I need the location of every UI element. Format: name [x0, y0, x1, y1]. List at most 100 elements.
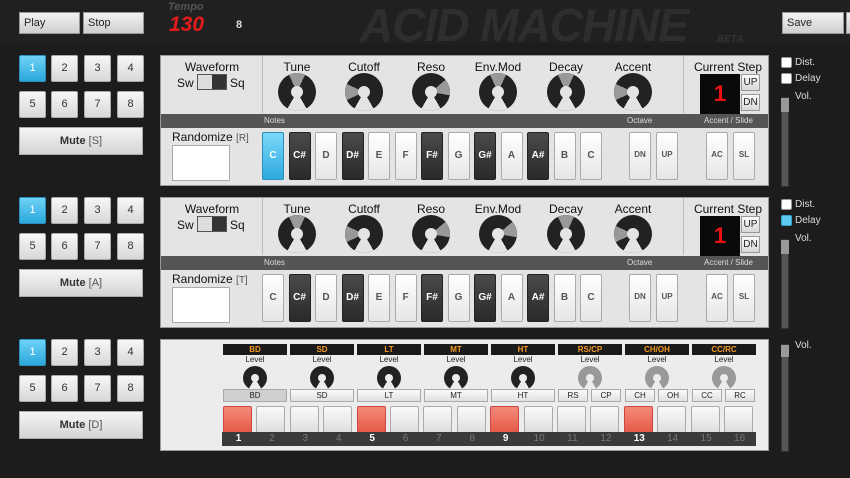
synth1-note-c-key[interactable]: C [580, 132, 602, 180]
synth2-accent-knob[interactable] [614, 215, 652, 253]
drum-step-13-pad[interactable] [623, 406, 653, 433]
drum-select-rs-button[interactable]: RS [558, 389, 588, 402]
synth2-delay-checkbox[interactable] [781, 215, 792, 226]
synth1-cutoff-knob[interactable] [345, 73, 383, 111]
synth1-decay-knob[interactable] [547, 73, 585, 111]
drum-step-1-pad[interactable] [223, 406, 252, 433]
synth2-pattern-5-button[interactable]: 5 [19, 233, 46, 260]
tempo-value[interactable]: 130 [169, 13, 204, 37]
synth2-pattern-2-button[interactable]: 2 [51, 197, 78, 224]
synth1-pattern-2-button[interactable]: 2 [51, 55, 78, 82]
synth1-delay-checkbox[interactable] [781, 73, 792, 84]
drum-select-sd-button[interactable]: SD [290, 389, 354, 402]
play-button[interactable]: Play [19, 12, 80, 34]
synth2-randomize-button[interactable] [172, 287, 230, 323]
drum-select-cc-button[interactable]: CC [692, 389, 722, 402]
synth2-tune-knob[interactable] [278, 215, 316, 253]
drum-step-3-pad[interactable] [289, 406, 319, 433]
synth2-waveform-toggle[interactable] [197, 216, 227, 232]
synth1-octave-up-button[interactable]: UP [656, 132, 678, 180]
more-button[interactable] [846, 12, 850, 34]
drum-select-mt-button[interactable]: MT [424, 389, 488, 402]
synth1-note-g-key[interactable]: G [447, 132, 470, 180]
synth1-note-e-key[interactable]: E [368, 132, 390, 180]
drum-pattern-7-button[interactable]: 7 [84, 375, 111, 402]
synth2-octave-up-button[interactable]: UP [656, 274, 678, 322]
drum-select-rc-button[interactable]: RC [725, 389, 755, 402]
synth1-note-c-key[interactable]: C [262, 132, 284, 180]
drum-step-5-pad[interactable] [356, 406, 386, 433]
drum-pattern-5-button[interactable]: 5 [19, 375, 46, 402]
synth2-dist-checkbox[interactable] [781, 199, 792, 210]
drum-step-9-pad[interactable] [490, 406, 520, 433]
synth2-note-gsharp-key[interactable]: G# [474, 274, 496, 322]
drum-level-knob-4[interactable] [511, 366, 535, 390]
drum-level-knob-7[interactable] [712, 366, 736, 390]
drum-level-knob-0[interactable] [243, 366, 267, 390]
drum-step-16-pad[interactable] [724, 406, 753, 433]
drum-pattern-4-button[interactable]: 4 [117, 339, 144, 366]
drum-select-ch-button[interactable]: CH [625, 389, 655, 402]
synth1-accent-knob[interactable] [614, 73, 652, 111]
synth2-note-asharp-key[interactable]: A# [527, 274, 549, 322]
drum-select-lt-button[interactable]: LT [357, 389, 421, 402]
drum-select-bd-button[interactable]: BD [223, 389, 287, 402]
drum-level-knob-3[interactable] [444, 366, 468, 390]
drum-level-knob-6[interactable] [645, 366, 669, 390]
drum-pattern-1-button[interactable]: 1 [19, 339, 46, 366]
drum-step-15-pad[interactable] [690, 406, 720, 433]
synth2-pattern-1-button[interactable]: 1 [19, 197, 46, 224]
synth2-note-fsharp-key[interactable]: F# [421, 274, 443, 322]
drum-mute-button[interactable]: Mute [D] [19, 411, 143, 439]
synth1-volume-slider[interactable] [781, 97, 789, 187]
drum-pattern-6-button[interactable]: 6 [51, 375, 78, 402]
synth2-envmod-knob[interactable] [479, 215, 517, 253]
drum-select-cp-button[interactable]: CP [591, 389, 621, 402]
synth1-randomize-button[interactable] [172, 145, 230, 181]
synth1-mute-button[interactable]: Mute [S] [19, 127, 143, 155]
synth2-cutoff-knob[interactable] [345, 215, 383, 253]
synth1-pattern-1-button[interactable]: 1 [19, 55, 46, 82]
synth2-note-a-key[interactable]: A [500, 274, 523, 322]
drum-step-2-pad[interactable] [256, 406, 286, 433]
synth2-slide-button[interactable]: SL [733, 274, 755, 322]
synth2-pattern-7-button[interactable]: 7 [84, 233, 111, 260]
synth2-note-f-key[interactable]: F [394, 274, 417, 322]
synth2-octave-down-button[interactable]: DN [629, 274, 651, 322]
synth1-dist-checkbox[interactable] [781, 57, 792, 68]
synth1-pattern-4-button[interactable]: 4 [117, 55, 144, 82]
synth1-note-csharp-key[interactable]: C# [288, 132, 311, 180]
synth1-pattern-7-button[interactable]: 7 [84, 91, 111, 118]
drum-step-14-pad[interactable] [657, 406, 687, 433]
drum-step-12-pad[interactable] [590, 406, 620, 433]
synth2-step-up-button[interactable]: UP [741, 216, 760, 233]
drum-level-knob-2[interactable] [377, 366, 401, 390]
drum-pattern-3-button[interactable]: 3 [84, 339, 111, 366]
synth1-note-f-key[interactable]: F [394, 132, 417, 180]
synth1-envmod-knob[interactable] [479, 73, 517, 111]
synth2-mute-button[interactable]: Mute [A] [19, 269, 143, 297]
synth2-note-e-key[interactable]: E [368, 274, 390, 322]
drum-volume-slider[interactable] [781, 344, 789, 452]
synth2-note-c-key[interactable]: C [580, 274, 602, 322]
synth1-note-dsharp-key[interactable]: D# [341, 132, 364, 180]
synth2-accent-button[interactable]: AC [706, 274, 728, 322]
drum-select-oh-button[interactable]: OH [658, 389, 688, 402]
stop-button[interactable]: Stop [83, 12, 144, 34]
synth2-note-c-key[interactable]: C [262, 274, 284, 322]
synth1-pattern-5-button[interactable]: 5 [19, 91, 46, 118]
drum-pattern-8-button[interactable]: 8 [117, 375, 144, 402]
drum-step-7-pad[interactable] [423, 406, 453, 433]
drum-step-6-pad[interactable] [390, 406, 419, 433]
drum-step-11-pad[interactable] [557, 406, 586, 433]
synth1-pattern-3-button[interactable]: 3 [84, 55, 111, 82]
synth1-step-down-button[interactable]: DN [741, 94, 760, 111]
synth1-slide-button[interactable]: SL [733, 132, 755, 180]
drum-select-ht-button[interactable]: HT [491, 389, 555, 402]
synth2-decay-knob[interactable] [547, 215, 585, 253]
drum-level-knob-1[interactable] [310, 366, 334, 390]
synth1-note-a-key[interactable]: A [500, 132, 523, 180]
synth2-pattern-4-button[interactable]: 4 [117, 197, 144, 224]
synth1-note-fsharp-key[interactable]: F# [421, 132, 443, 180]
drum-step-10-pad[interactable] [523, 406, 553, 433]
